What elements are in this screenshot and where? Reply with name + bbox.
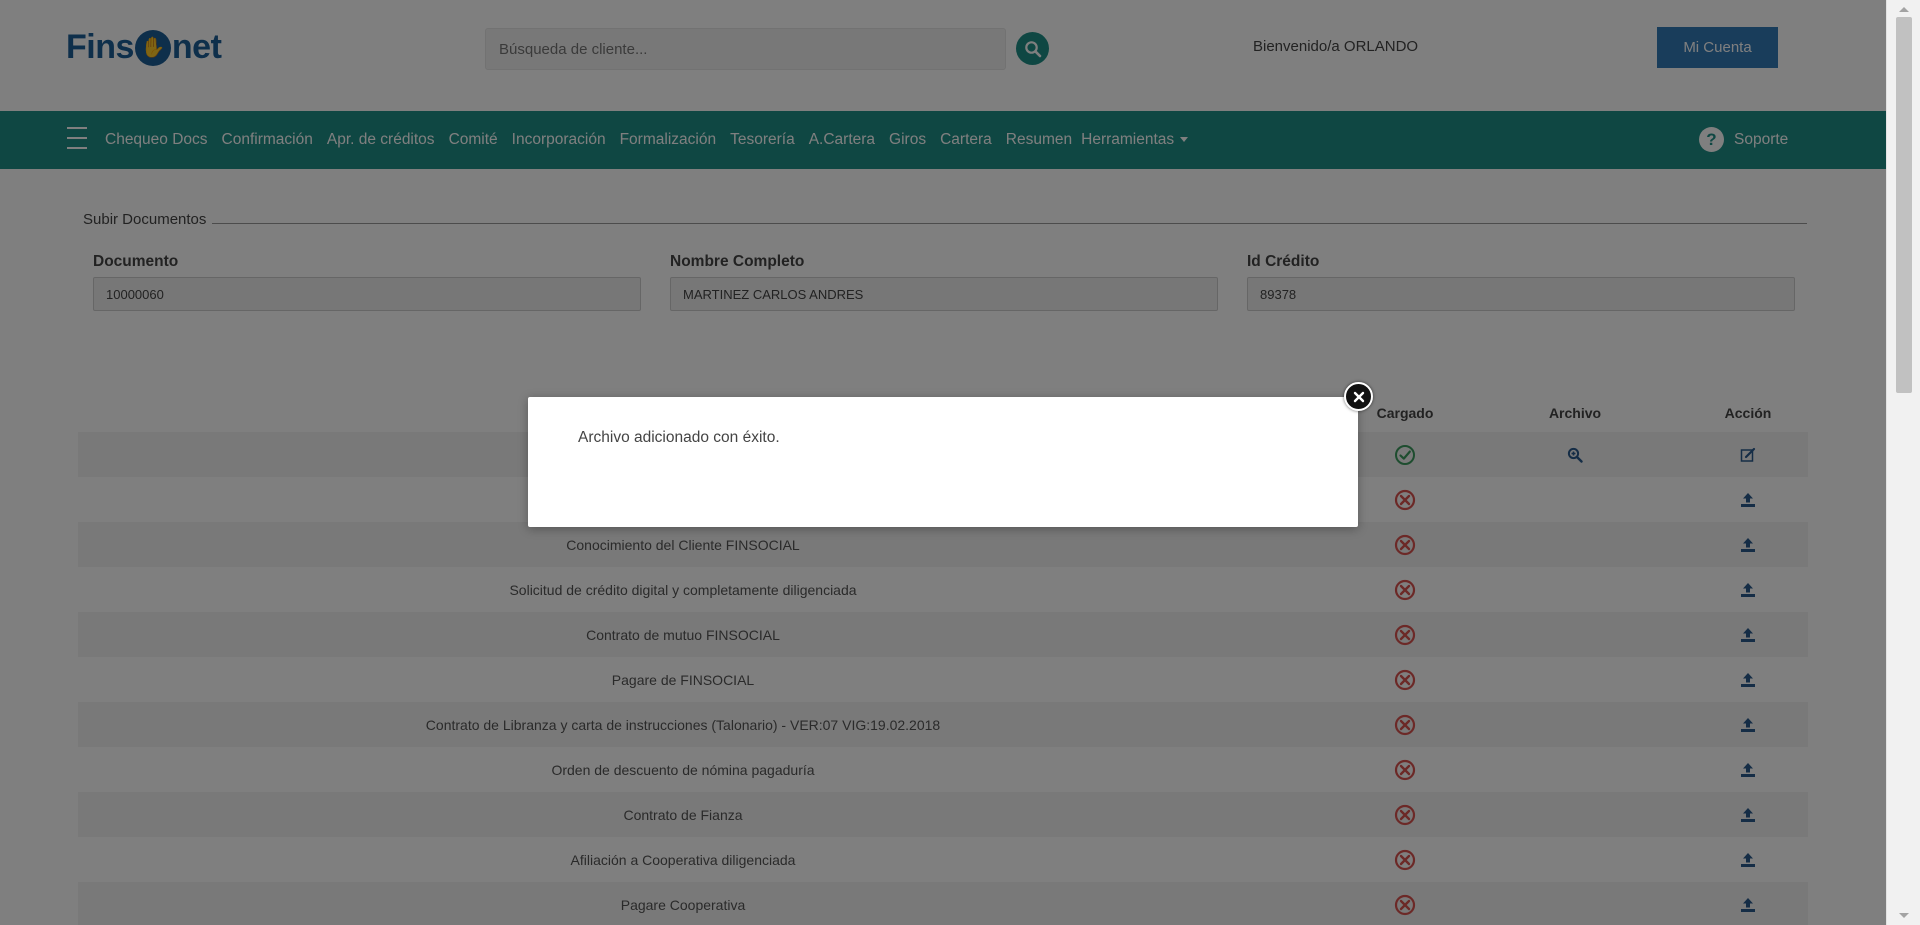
scroll-up-arrow-icon[interactable] xyxy=(1899,7,1909,12)
scroll-down-arrow-icon[interactable] xyxy=(1899,913,1909,918)
vertical-scrollbar[interactable] xyxy=(1886,0,1920,925)
close-icon xyxy=(1353,391,1364,402)
scrollbar-thumb[interactable] xyxy=(1896,17,1912,393)
modal-message: Archivo adicionado con éxito. xyxy=(578,429,780,446)
modal-close-button[interactable] xyxy=(1344,382,1373,411)
success-modal: Archivo adicionado con éxito. xyxy=(528,397,1358,527)
